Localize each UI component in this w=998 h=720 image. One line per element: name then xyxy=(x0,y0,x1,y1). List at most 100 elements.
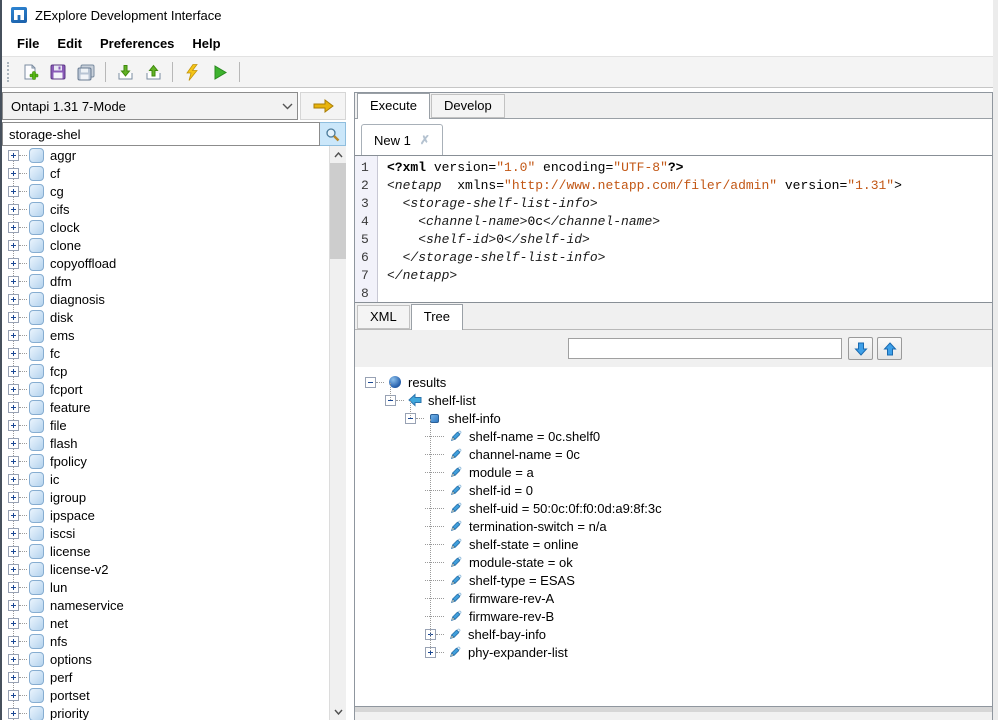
api-tree-item[interactable]: portset xyxy=(2,686,346,704)
api-tree-item[interactable]: cifs xyxy=(2,200,346,218)
find-next-button[interactable] xyxy=(848,337,873,360)
api-tree-item[interactable]: igroup xyxy=(2,488,346,506)
api-tree-item[interactable]: options xyxy=(2,650,346,668)
scroll-down-icon[interactable] xyxy=(330,703,346,720)
expand-icon[interactable] xyxy=(8,528,19,539)
api-tree-item[interactable]: iscsi xyxy=(2,524,346,542)
api-tree-item[interactable]: fc xyxy=(2,344,346,362)
result-tree-item[interactable]: module = a xyxy=(355,463,992,481)
expand-icon[interactable] xyxy=(8,492,19,503)
expand-icon[interactable] xyxy=(8,510,19,521)
api-tree-item[interactable]: nfs xyxy=(2,632,346,650)
api-tree-item[interactable]: flash xyxy=(2,434,346,452)
expand-icon[interactable] xyxy=(8,348,19,359)
expand-icon[interactable] xyxy=(365,377,376,388)
save-all-button[interactable] xyxy=(73,60,99,84)
expand-icon[interactable] xyxy=(8,384,19,395)
expand-icon[interactable] xyxy=(8,294,19,305)
api-tree-item[interactable]: lun xyxy=(2,578,346,596)
api-tree-item[interactable]: diagnosis xyxy=(2,290,346,308)
expand-icon[interactable] xyxy=(8,546,19,557)
find-previous-button[interactable] xyxy=(877,337,902,360)
api-tree-item[interactable]: license-v2 xyxy=(2,560,346,578)
api-tree-item[interactable]: fcp xyxy=(2,362,346,380)
api-tree-item[interactable]: ic xyxy=(2,470,346,488)
expand-icon[interactable] xyxy=(8,240,19,251)
expand-icon[interactable] xyxy=(8,708,19,719)
result-tree-item[interactable]: shelf-info xyxy=(355,409,992,427)
expand-icon[interactable] xyxy=(8,366,19,377)
expand-icon[interactable] xyxy=(8,150,19,161)
expand-icon[interactable] xyxy=(8,618,19,629)
api-tree-item[interactable]: cg xyxy=(2,182,346,200)
api-tree-scrollbar[interactable] xyxy=(329,146,346,720)
api-tree-item[interactable]: perf xyxy=(2,668,346,686)
tab-tree[interactable]: Tree xyxy=(411,304,463,330)
editor-code[interactable]: <?xml version="1.0" encoding="UTF-8"?><n… xyxy=(378,156,992,302)
result-tree-item[interactable]: shelf-type = ESAS xyxy=(355,571,992,589)
expand-icon[interactable] xyxy=(8,474,19,485)
result-tree-item[interactable]: module-state = ok xyxy=(355,553,992,571)
api-tree-item[interactable]: fcport xyxy=(2,380,346,398)
document-tab[interactable]: New 1 ✗ xyxy=(361,124,443,155)
expand-icon[interactable] xyxy=(8,276,19,287)
result-search-input[interactable] xyxy=(568,338,842,359)
expand-icon[interactable] xyxy=(8,402,19,413)
result-tree-item[interactable]: shelf-id = 0 xyxy=(355,481,992,499)
menu-edit[interactable]: Edit xyxy=(48,33,91,54)
result-tree-item[interactable]: shelf-list xyxy=(355,391,992,409)
expand-icon[interactable] xyxy=(8,222,19,233)
run-button[interactable] xyxy=(207,60,233,84)
api-tree-item[interactable]: fpolicy xyxy=(2,452,346,470)
import-button[interactable] xyxy=(112,60,138,84)
api-tree-item[interactable]: priority xyxy=(2,704,346,720)
api-tree-item[interactable]: license xyxy=(2,542,346,560)
expand-icon[interactable] xyxy=(8,564,19,575)
scroll-up-icon[interactable] xyxy=(330,146,346,163)
api-tree-item[interactable]: cf xyxy=(2,164,346,182)
expand-icon[interactable] xyxy=(8,600,19,611)
result-tree-item[interactable]: shelf-uid = 50:0c:0f:f0:0d:a9:8f:3c xyxy=(355,499,992,517)
expand-icon[interactable] xyxy=(8,690,19,701)
menu-preferences[interactable]: Preferences xyxy=(91,33,183,54)
api-tree-item[interactable]: ems xyxy=(2,326,346,344)
menu-file[interactable]: File xyxy=(8,33,48,54)
menu-help[interactable]: Help xyxy=(183,33,229,54)
expand-icon[interactable] xyxy=(8,420,19,431)
api-version-select[interactable]: Ontapi 1.31 7-Mode xyxy=(2,92,298,120)
result-tree-item[interactable]: results xyxy=(355,373,992,391)
result-tree-item[interactable]: phy-expander-list xyxy=(355,643,992,661)
expand-icon[interactable] xyxy=(8,636,19,647)
api-tree-item[interactable]: nameservice xyxy=(2,596,346,614)
expand-icon[interactable] xyxy=(8,456,19,467)
expand-icon[interactable] xyxy=(8,438,19,449)
expand-icon[interactable] xyxy=(8,312,19,323)
api-tree-item[interactable]: copyoffload xyxy=(2,254,346,272)
close-tab-icon[interactable]: ✗ xyxy=(420,133,430,147)
expand-icon[interactable] xyxy=(8,330,19,341)
result-tree-item[interactable]: shelf-name = 0c.shelf0 xyxy=(355,427,992,445)
result-tree-item[interactable]: shelf-state = online xyxy=(355,535,992,553)
result-tree-item[interactable]: shelf-bay-info xyxy=(355,625,992,643)
new-request-button[interactable] xyxy=(17,60,43,84)
api-tree-item[interactable]: net xyxy=(2,614,346,632)
api-tree-item[interactable]: clock xyxy=(2,218,346,236)
execute-query-button[interactable] xyxy=(179,60,205,84)
search-button[interactable] xyxy=(320,122,346,146)
api-tree-item[interactable]: disk xyxy=(2,308,346,326)
scrollbar-thumb[interactable] xyxy=(330,163,346,259)
result-tree-item[interactable]: firmware-rev-A xyxy=(355,589,992,607)
tab-execute[interactable]: Execute xyxy=(357,93,430,119)
api-tree-item[interactable]: clone xyxy=(2,236,346,254)
api-tree-item[interactable]: aggr xyxy=(2,146,346,164)
save-button[interactable] xyxy=(45,60,71,84)
api-tree-item[interactable]: feature xyxy=(2,398,346,416)
tab-xml[interactable]: XML xyxy=(357,305,410,329)
result-tree-item[interactable]: firmware-rev-B xyxy=(355,607,992,625)
expand-icon[interactable] xyxy=(8,186,19,197)
result-tree-item[interactable]: termination-switch = n/a xyxy=(355,517,992,535)
expand-icon[interactable] xyxy=(8,672,19,683)
load-api-button[interactable] xyxy=(300,92,346,120)
export-button[interactable] xyxy=(140,60,166,84)
panel-splitter[interactable] xyxy=(346,92,354,720)
